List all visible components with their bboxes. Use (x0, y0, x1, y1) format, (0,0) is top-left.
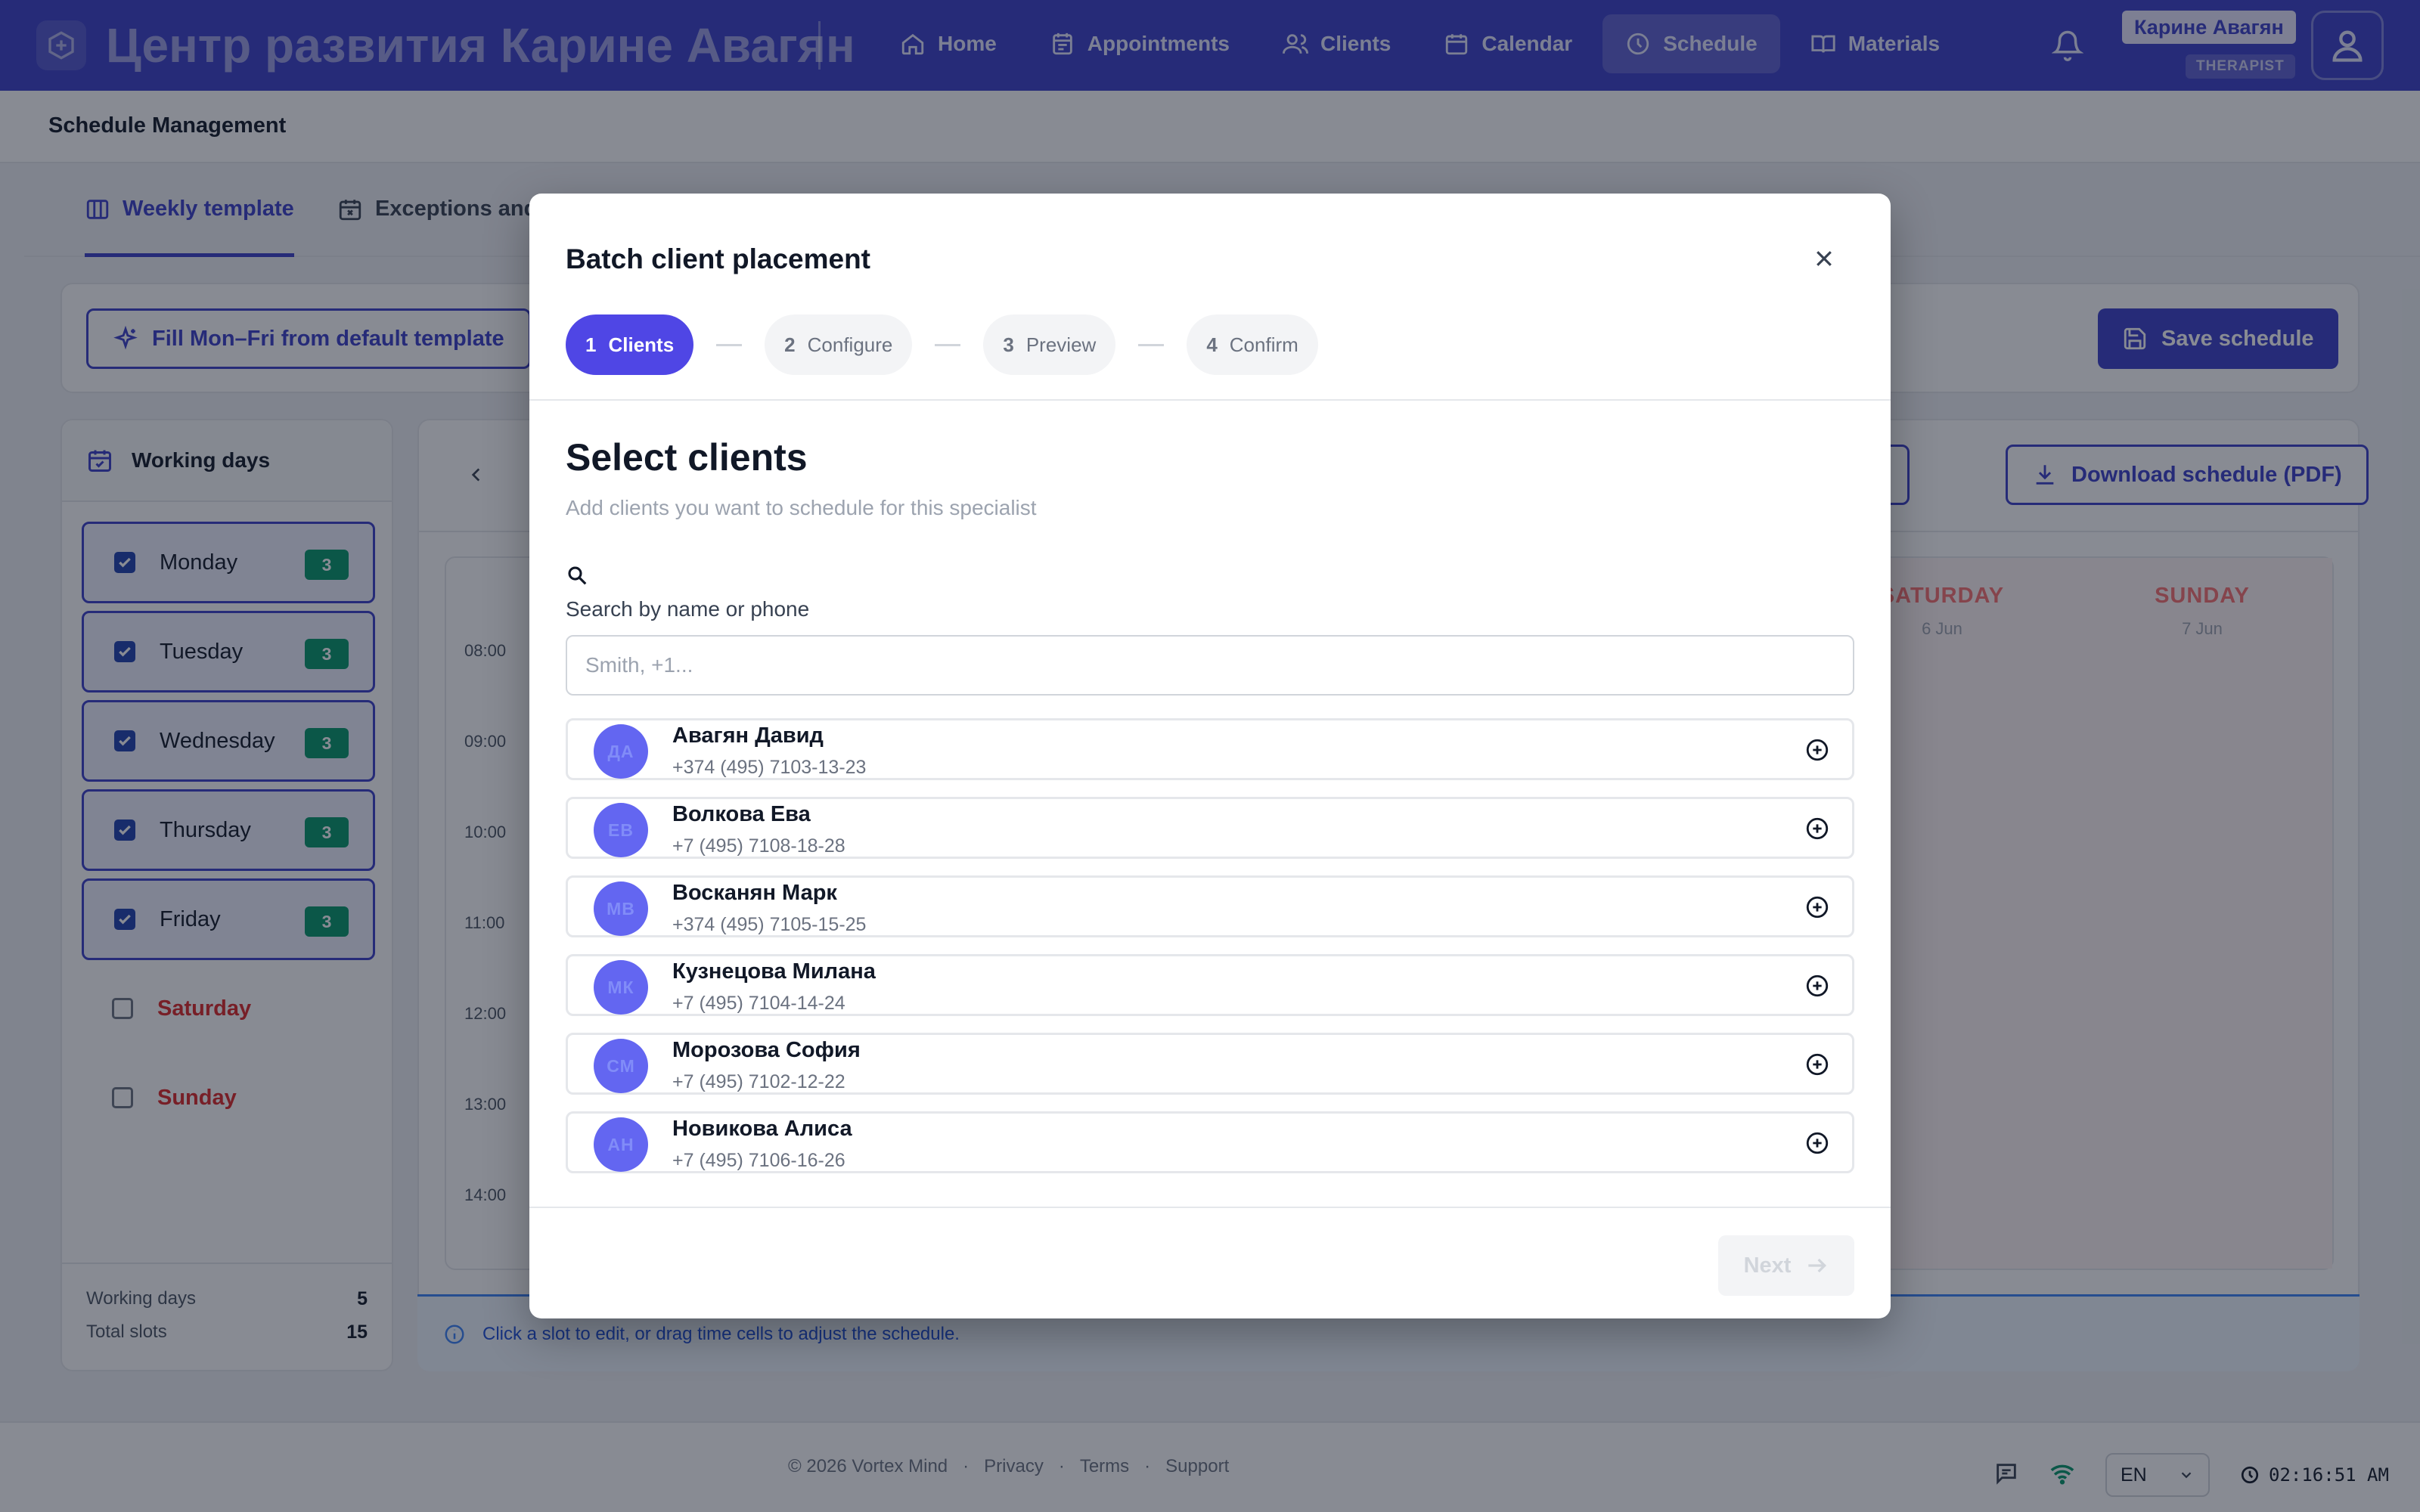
section-title: Select clients (566, 436, 808, 479)
client-name: Новикова Алиса (672, 1117, 852, 1141)
client-row[interactable]: СМ Морозова София +7 (495) 7102-12-22 (566, 1033, 1854, 1095)
add-client-button[interactable] (1802, 892, 1832, 922)
plus-circle-icon (1806, 974, 1829, 997)
modal-title: Batch client placement (566, 243, 871, 274)
client-phone: +374 (495) 7105-15-25 (672, 914, 867, 935)
avatar: СМ (594, 1039, 648, 1093)
step-number: 1 (585, 333, 597, 356)
add-client-button[interactable] (1802, 735, 1832, 765)
avatar: ЕВ (594, 803, 648, 857)
client-row[interactable]: АН Новикова Алиса +7 (495) 7106-16-26 (566, 1111, 1854, 1173)
add-client-button[interactable] (1802, 1049, 1832, 1080)
step-label: Clients (608, 333, 675, 356)
client-row[interactable]: МВ Восканян Марк +374 (495) 7105-15-25 (566, 875, 1854, 937)
wizard-stepper: 1 Clients 2 Configure 3 Preview 4 Confir… (566, 314, 1318, 375)
plus-circle-icon (1806, 896, 1829, 919)
section-subtitle: Add clients you want to schedule for thi… (566, 496, 1037, 519)
arrow-right-icon (1808, 1258, 1827, 1273)
client-name: Кузнецова Милана (672, 959, 876, 984)
step-label: Confirm (1229, 333, 1298, 356)
step-number: 4 (1206, 333, 1218, 356)
step-divider (716, 343, 743, 346)
modal-footer-divider (529, 1207, 1891, 1208)
batch-placement-modal: Batch client placement 1 Clients 2 Confi… (529, 194, 1891, 1318)
client-name: Восканян Марк (672, 881, 837, 905)
client-name: Волкова Ева (672, 802, 811, 826)
close-icon (1817, 251, 1832, 266)
step-preview[interactable]: 3 Preview (983, 314, 1116, 375)
avatar: МВ (594, 881, 648, 936)
client-phone: +7 (495) 7108-18-28 (672, 835, 845, 857)
add-client-button[interactable] (1802, 971, 1832, 1001)
avatar: МК (594, 960, 648, 1015)
step-clients[interactable]: 1 Clients (566, 314, 694, 375)
step-confirm[interactable]: 4 Confirm (1187, 314, 1318, 375)
plus-circle-icon (1806, 1053, 1829, 1076)
client-name: Авагян Давид (672, 723, 824, 748)
add-client-button[interactable] (1802, 813, 1832, 844)
client-row[interactable]: ЕВ Волкова Ева +7 (495) 7108-18-28 (566, 797, 1854, 859)
plus-circle-icon (1806, 739, 1829, 761)
client-phone: +7 (495) 7106-16-26 (672, 1150, 845, 1171)
step-number: 2 (784, 333, 796, 356)
client-search-input[interactable] (566, 635, 1854, 696)
step-divider (1138, 343, 1165, 346)
search-icon (566, 564, 591, 590)
search-label: Search by name or phone (566, 597, 810, 621)
step-divider (935, 343, 961, 346)
next-button[interactable]: Next (1718, 1235, 1854, 1296)
close-button[interactable] (1807, 242, 1841, 275)
plus-circle-icon (1806, 817, 1829, 840)
client-phone: +374 (495) 7103-13-23 (672, 757, 867, 778)
client-phone: +7 (495) 7104-14-24 (672, 993, 845, 1014)
client-row[interactable]: ДА Авагян Давид +374 (495) 7103-13-23 (566, 718, 1854, 780)
avatar: АН (594, 1117, 648, 1172)
next-button-label: Next (1743, 1253, 1792, 1278)
client-phone: +7 (495) 7102-12-22 (672, 1071, 845, 1092)
plus-circle-icon (1806, 1132, 1829, 1154)
client-row[interactable]: МК Кузнецова Милана +7 (495) 7104-14-24 (566, 954, 1854, 1016)
add-client-button[interactable] (1802, 1128, 1832, 1158)
step-label: Configure (807, 333, 893, 356)
modal-divider (529, 399, 1891, 401)
avatar: ДА (594, 724, 648, 779)
step-configure[interactable]: 2 Configure (765, 314, 913, 375)
step-number: 3 (1003, 333, 1014, 356)
client-name: Морозова София (672, 1038, 861, 1062)
step-label: Preview (1025, 333, 1097, 356)
